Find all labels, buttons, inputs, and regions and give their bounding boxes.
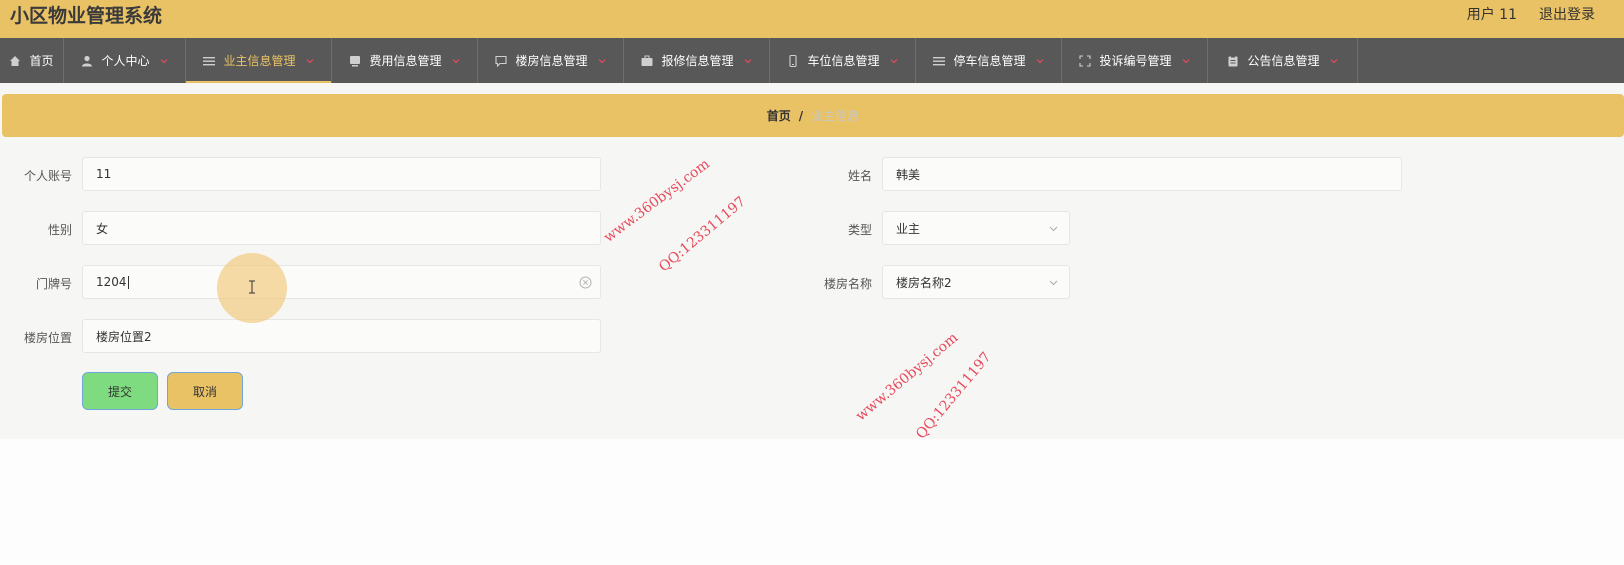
user-area: 用户 11 退出登录 (1467, 4, 1595, 24)
nav-item-building-info[interactable]: 楼房信息管理 (478, 38, 624, 83)
nav-item-complaint-info[interactable]: 投诉编号管理 (1062, 38, 1208, 83)
type-label: 类型 (847, 223, 872, 237)
nav-item-home[interactable]: 首页 (0, 38, 64, 83)
door-number-input[interactable]: 1204 (82, 265, 601, 299)
main-nav: 首页 个人中心 业主信息管理 费用信息管理 楼房信息管理 报修信息管理 车位信息… (0, 38, 1624, 83)
top-header-bar: 小区物业管理系统 用户 11 退出登录 (0, 0, 1624, 38)
briefcase-icon (641, 55, 653, 66)
fullscreen-icon (1079, 54, 1092, 67)
home-icon (10, 55, 21, 66)
current-user: 用户 11 (1466, 7, 1517, 23)
chevron-down-icon (1036, 58, 1043, 63)
building-name-label: 楼房名称 (823, 277, 872, 291)
chevron-down-icon (1182, 58, 1189, 63)
chevron-down-icon (1330, 58, 1337, 63)
chevron-down-icon (452, 58, 459, 63)
name-label: 姓名 (847, 169, 872, 183)
breadcrumb-separator: / (798, 108, 804, 123)
list-icon (933, 56, 946, 65)
app-title: 小区物业管理系统 (10, 5, 163, 27)
chevron-down-icon (598, 58, 605, 63)
clear-icon[interactable] (579, 276, 592, 289)
list-icon (203, 56, 216, 65)
breadcrumb-home[interactable]: 首页 (767, 107, 791, 124)
nav-item-repair-info[interactable]: 报修信息管理 (624, 38, 770, 83)
breadcrumb: 首页 / 业主信息 (2, 94, 1624, 137)
nav-item-owner-info[interactable]: 业主信息管理 (186, 38, 332, 83)
nav-item-parking-info[interactable]: 停车信息管理 (916, 38, 1062, 83)
type-select[interactable]: 业主 (882, 211, 1070, 245)
text-cursor-icon (249, 280, 255, 294)
nav-item-fee-info[interactable]: 费用信息管理 (332, 38, 478, 83)
chevron-down-icon (1049, 226, 1058, 232)
chevron-down-icon (744, 58, 751, 63)
gender-label: 性别 (47, 223, 72, 237)
building-name-select[interactable]: 楼房名称2 (882, 265, 1070, 299)
account-label: 个人账号 (23, 169, 72, 183)
account-field[interactable]: 11 (82, 157, 601, 191)
building-location-label: 楼房位置 (23, 331, 72, 345)
chevron-down-icon (160, 58, 167, 63)
logout-link[interactable]: 退出登录 (1539, 4, 1595, 24)
nav-item-profile[interactable]: 个人中心 (64, 38, 186, 83)
clipboard-icon (1228, 55, 1238, 66)
phone-icon (789, 54, 798, 67)
user-icon (82, 55, 93, 66)
monitor-icon (350, 55, 361, 66)
name-field[interactable]: 韩美 (882, 157, 1402, 191)
nav-item-notice-info[interactable]: 公告信息管理 (1208, 38, 1358, 83)
chevron-down-icon (890, 58, 897, 63)
chevron-down-icon (306, 58, 313, 63)
chevron-down-icon (1049, 280, 1058, 286)
chat-icon (495, 55, 508, 67)
nav-item-parking-space-info[interactable]: 车位信息管理 (770, 38, 916, 83)
cancel-button[interactable]: 取消 (167, 372, 243, 410)
door-number-label: 门牌号 (35, 277, 72, 291)
gender-field[interactable]: 女 (82, 211, 601, 245)
breadcrumb-current: 业主信息 (811, 109, 860, 123)
building-location-field[interactable]: 楼房位置2 (82, 319, 601, 353)
text-caret (127, 275, 129, 289)
submit-button[interactable]: 提交 (82, 372, 158, 410)
